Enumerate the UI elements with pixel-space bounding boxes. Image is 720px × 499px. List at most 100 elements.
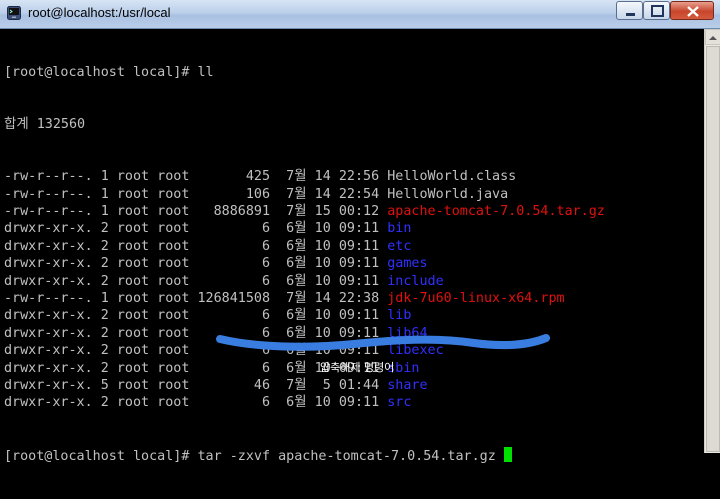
file-permissions: drwxr-xr-x. — [4, 221, 93, 237]
file-size: 8886891 — [189, 204, 271, 219]
file-group: root — [149, 325, 190, 341]
file-row: -rw-r--r--. 1 root root 8886891 7월 15 00… — [4, 203, 704, 220]
file-time: 09:11 — [330, 308, 380, 324]
file-group: root — [149, 169, 190, 185]
file-month: 7월 — [270, 290, 307, 306]
file-group: root — [149, 256, 190, 272]
file-time: 01:44 — [330, 377, 380, 393]
file-permissions: -rw-r--r--. — [4, 169, 93, 185]
file-name[interactable]: etc — [379, 239, 411, 254]
file-row: drwxr-xr-x. 2 root root 6 6월 10 09:11 in… — [4, 273, 704, 290]
file-month: 6월 — [270, 221, 307, 237]
close-icon — [687, 6, 699, 17]
file-name[interactable]: share — [379, 378, 427, 393]
scroll-up-button[interactable] — [705, 29, 720, 45]
file-month: 7월 — [270, 377, 307, 393]
file-day: 15 — [306, 204, 331, 219]
title-bar[interactable]: root@localhost:/usr/local — [0, 0, 720, 29]
file-links: 2 — [92, 256, 109, 272]
file-row: drwxr-xr-x. 2 root root 6 6월 10 09:11 bi… — [4, 220, 704, 237]
file-links: 2 — [92, 343, 109, 359]
file-name[interactable]: include — [379, 274, 443, 289]
file-owner: root — [108, 290, 150, 306]
file-size: 6 — [189, 221, 271, 237]
file-name[interactable]: HelloWorld.java — [379, 187, 508, 202]
file-time: 09:11 — [330, 273, 380, 289]
terminal-app-icon[interactable] — [7, 6, 21, 20]
file-group: root — [149, 238, 190, 254]
file-owner: root — [108, 221, 150, 237]
file-row: drwxr-xr-x. 5 root root 46 7월 5 01:44 sh… — [4, 377, 704, 394]
file-links: 2 — [92, 308, 109, 324]
file-links: 1 — [92, 290, 109, 306]
file-owner: root — [108, 360, 150, 376]
file-month: 7월 — [270, 204, 307, 219]
file-owner: root — [108, 377, 150, 393]
file-permissions: -rw-r--r--. — [4, 186, 93, 202]
file-month: 6월 — [270, 395, 307, 411]
file-time: 22:54 — [330, 186, 380, 202]
scrollbar-thumb[interactable] — [706, 46, 720, 452]
file-name[interactable]: games — [379, 256, 427, 271]
minimize-button[interactable] — [616, 1, 643, 20]
file-links: 1 — [92, 186, 109, 202]
maximize-icon — [651, 5, 664, 17]
total-line: 합계 132560 — [4, 117, 86, 133]
file-day: 10 — [306, 221, 331, 237]
file-permissions: drwxr-xr-x. — [4, 377, 93, 393]
file-permissions: drwxr-xr-x. — [4, 395, 93, 411]
file-owner: root — [108, 308, 150, 324]
file-permissions: -rw-r--r--. — [4, 290, 93, 306]
file-month: 7월 — [270, 169, 307, 185]
file-time: 09:11 — [330, 238, 380, 254]
file-owner: root — [108, 238, 150, 254]
terminal-output[interactable]: [root@localhost local]# ll 합계 132560 -rw… — [4, 29, 704, 464]
file-time: 09:11 — [330, 256, 380, 272]
file-month: 6월 — [270, 360, 307, 376]
file-day: 14 — [306, 186, 331, 202]
file-time: 00:12 — [330, 204, 380, 219]
file-day: 14 — [306, 169, 331, 185]
file-row: drwxr-xr-x. 2 root root 6 6월 10 09:11 sr… — [4, 394, 704, 411]
file-day: 10 — [306, 238, 331, 254]
file-name[interactable]: HelloWorld.class — [379, 169, 516, 184]
file-row: -rw-r--r--. 1 root root 106 7월 14 22:54 … — [4, 186, 704, 203]
file-day: 5 — [306, 377, 331, 393]
window-title: root@localhost:/usr/local — [28, 5, 171, 20]
file-day: 10 — [306, 395, 331, 411]
command-line[interactable]: [root@localhost local]# tar -zxvf apache… — [4, 446, 704, 464]
file-name[interactable]: lib — [379, 308, 411, 323]
file-row: -rw-r--r--. 1 root root 126841508 7월 14 … — [4, 290, 704, 307]
file-name[interactable]: apache-tomcat-7.0.54.tar.gz — [379, 204, 605, 219]
vertical-scrollbar[interactable] — [704, 29, 720, 453]
file-links: 1 — [92, 204, 109, 219]
file-name[interactable]: jdk-7u60-linux-x64.rpm — [379, 291, 564, 306]
file-group: root — [149, 343, 190, 359]
file-listing: -rw-r--r--. 1 root root 425 7월 14 22:56 … — [4, 168, 704, 411]
file-name[interactable]: src — [379, 395, 411, 410]
close-button[interactable] — [670, 1, 714, 20]
file-month: 6월 — [270, 256, 307, 272]
file-group: root — [149, 377, 190, 393]
minimize-icon — [626, 13, 635, 16]
maximize-button[interactable] — [643, 1, 670, 20]
file-permissions: drwxr-xr-x. — [4, 308, 93, 324]
file-size: 106 — [189, 186, 271, 202]
file-owner: root — [108, 256, 150, 272]
file-owner: root — [108, 395, 150, 411]
command-prompt: [root@localhost local]# — [4, 448, 198, 464]
file-day: 14 — [306, 290, 331, 306]
file-links: 2 — [92, 395, 109, 411]
file-group: root — [149, 221, 190, 237]
file-day: 10 — [306, 273, 331, 289]
file-owner: root — [108, 186, 150, 202]
file-time: 22:38 — [330, 290, 380, 306]
file-group: root — [149, 360, 190, 376]
file-size: 6 — [189, 395, 271, 411]
terminal-window: root@localhost:/usr/local [root@localhos… — [0, 0, 720, 464]
file-group: root — [149, 204, 190, 219]
file-row: drwxr-xr-x. 2 root root 6 6월 10 09:11 et… — [4, 238, 704, 255]
file-name[interactable]: bin — [379, 221, 411, 236]
command-text: tar -zxvf apache-tomcat-7.0.54.tar.gz — [197, 448, 496, 464]
file-group: root — [149, 308, 190, 324]
